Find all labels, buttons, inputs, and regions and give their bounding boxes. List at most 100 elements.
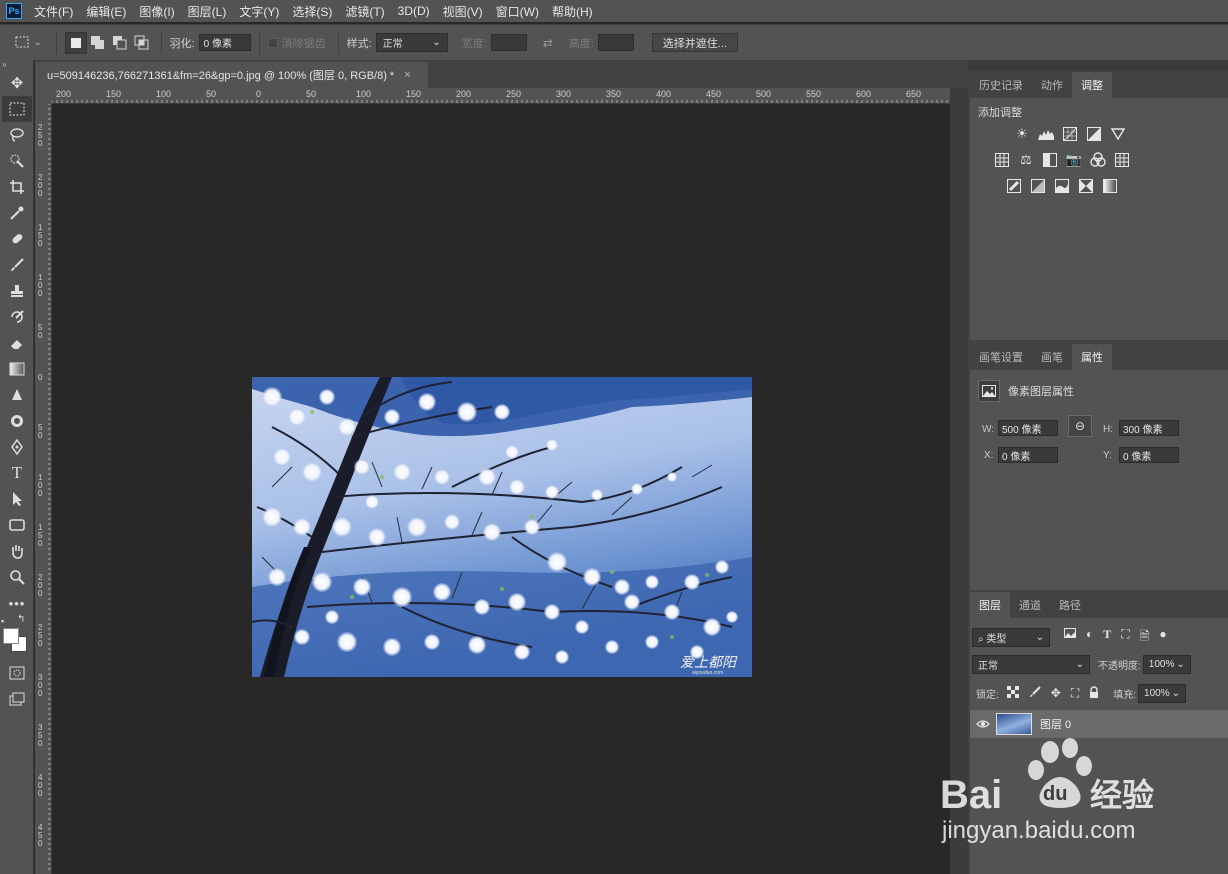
chevron-down-icon[interactable]: ⌄ [34, 37, 42, 48]
filter-pixel-icon[interactable] [1064, 627, 1076, 648]
document-tab[interactable]: u=509146236,766271361&fm=26&gp=0.jpg @ 1… [35, 62, 428, 88]
channel-mixer-icon[interactable] [1090, 152, 1106, 168]
intersect-selection-icon[interactable] [131, 32, 153, 54]
tab-paths[interactable]: 路径 [1050, 592, 1090, 618]
tab-actions[interactable]: 动作 [1032, 72, 1072, 98]
history-brush-tool-icon[interactable] [2, 304, 32, 330]
filter-toggle-icon[interactable]: ● [1159, 627, 1166, 648]
menu-type[interactable]: 文字(Y) [239, 3, 279, 20]
filter-type-icon[interactable]: T [1103, 627, 1111, 648]
tab-channels[interactable]: 通道 [1010, 592, 1050, 618]
gradient-map-icon[interactable] [1102, 178, 1118, 194]
y-field[interactable]: 0 像素 [1119, 447, 1179, 463]
tab-brushes[interactable]: 画笔 [1032, 344, 1072, 370]
menu-filter[interactable]: 滤镜(T) [345, 3, 384, 20]
dodge-tool-icon[interactable] [2, 408, 32, 434]
menu-window[interactable]: 窗口(W) [496, 3, 539, 20]
width-input[interactable] [490, 34, 527, 51]
clone-stamp-tool-icon[interactable] [2, 278, 32, 304]
document-image[interactable]: 爱上都阳 aiyouduo.com [252, 377, 752, 677]
type-tool-icon[interactable]: T [2, 460, 32, 486]
threshold-icon[interactable] [1054, 178, 1070, 194]
style-select[interactable]: 正常 ⌄ [375, 33, 448, 52]
posterize-icon[interactable] [1030, 178, 1046, 194]
lock-pixels-icon[interactable] [1029, 686, 1041, 701]
blend-mode-select[interactable]: 正常 ⌄ [972, 655, 1090, 674]
new-selection-icon[interactable] [64, 31, 87, 54]
x-field[interactable]: 0 像素 [998, 447, 1058, 463]
width-field[interactable]: 500 像素 [998, 420, 1058, 436]
tab-layers[interactable]: 图层 [970, 592, 1010, 618]
menu-file[interactable]: 文件(F) [34, 3, 73, 20]
exposure-icon[interactable] [1086, 126, 1102, 142]
zoom-tool-icon[interactable] [2, 564, 32, 590]
fill-field[interactable]: 100% ⌄ [1138, 684, 1187, 703]
invert-icon[interactable] [1006, 178, 1022, 194]
visibility-eye-icon[interactable] [970, 719, 996, 729]
gradient-tool-icon[interactable] [2, 356, 32, 382]
screen-mode-icon[interactable] [2, 686, 32, 712]
pen-tool-icon[interactable] [2, 434, 32, 460]
lock-position-icon[interactable]: ✥ [1051, 686, 1061, 701]
tab-brush-settings[interactable]: 画笔设置 [970, 344, 1032, 370]
foreground-color-swatch[interactable] [3, 628, 19, 644]
rectangle-tool-icon[interactable] [2, 512, 32, 538]
swap-colors-icon[interactable]: ↰ [17, 614, 25, 625]
collapse-icon[interactable]: » [0, 60, 33, 70]
hand-tool-icon[interactable] [2, 538, 32, 564]
filter-shape-icon[interactable]: ⛶ [1121, 627, 1129, 648]
eyedropper-tool-icon[interactable] [2, 200, 32, 226]
marquee-preset-icon[interactable] [12, 32, 34, 54]
quick-mask-icon[interactable] [2, 660, 32, 686]
panel-collapse-bar[interactable] [968, 60, 1228, 70]
healing-brush-tool-icon[interactable] [2, 226, 32, 252]
tab-history[interactable]: 历史记录 [970, 72, 1032, 98]
menu-layer[interactable]: 图层(L) [188, 3, 227, 20]
canvas-area[interactable]: 爱上都阳 aiyouduo.com [52, 104, 950, 874]
photo-filter-icon[interactable]: 📷 [1066, 152, 1082, 168]
crop-tool-icon[interactable] [2, 174, 32, 200]
marquee-tool-icon[interactable] [2, 96, 32, 122]
levels-icon[interactable] [1038, 126, 1054, 142]
ruler-horizontal[interactable]: 200 150 100 50 0 50 100 150 200 250 300 350 400 450 50… [52, 88, 950, 104]
menu-image[interactable]: 图像(I) [139, 3, 174, 20]
tab-adjustments[interactable]: 调整 [1072, 72, 1112, 98]
swap-icon[interactable]: ⇄ [537, 32, 559, 54]
lasso-tool-icon[interactable] [2, 122, 32, 148]
antialias-checkbox[interactable] [267, 37, 278, 48]
eraser-tool-icon[interactable] [2, 330, 32, 356]
menu-view[interactable]: 视图(V) [443, 3, 483, 20]
more-tools-icon[interactable]: ••• [2, 590, 32, 616]
select-and-mask-button[interactable]: 选择并遮住... [651, 33, 738, 52]
blur-tool-icon[interactable] [2, 382, 32, 408]
move-tool-icon[interactable]: ✥ [2, 70, 32, 96]
tab-properties[interactable]: 属性 [1072, 344, 1112, 370]
add-to-selection-icon[interactable] [87, 32, 109, 54]
close-icon[interactable]: × [404, 69, 410, 81]
vibrance-icon[interactable] [1110, 126, 1126, 142]
curves-icon[interactable] [1062, 126, 1078, 142]
menu-3d[interactable]: 3D(D) [398, 4, 430, 18]
subtract-selection-icon[interactable] [109, 32, 131, 54]
menu-help[interactable]: 帮助(H) [552, 3, 593, 20]
lock-transparency-icon[interactable] [1006, 686, 1019, 701]
layer-filter-select[interactable]: ⌕ 类型 ⌄ [972, 628, 1050, 647]
selective-color-icon[interactable] [1078, 178, 1094, 194]
lock-artboard-icon[interactable]: ⛶ [1071, 686, 1079, 701]
feather-input[interactable]: 0 像素 [198, 34, 251, 51]
brush-tool-icon[interactable] [2, 252, 32, 278]
path-selection-tool-icon[interactable] [2, 486, 32, 512]
default-colors-icon[interactable]: ▪ [1, 616, 4, 626]
opacity-field[interactable]: 100% ⌄ [1142, 655, 1191, 674]
quick-selection-tool-icon[interactable] [2, 148, 32, 174]
link-icon[interactable]: ⊖ [1068, 415, 1092, 437]
menu-select[interactable]: 选择(S) [292, 3, 332, 20]
brightness-contrast-icon[interactable]: ☀ [1014, 126, 1030, 142]
height-field[interactable]: 300 像素 [1119, 420, 1179, 436]
color-lookup-icon[interactable] [1114, 152, 1130, 168]
color-balance-icon[interactable]: ⚖ [1018, 152, 1034, 168]
lock-all-icon[interactable] [1089, 686, 1099, 701]
hue-saturation-icon[interactable] [994, 152, 1010, 168]
height-input[interactable] [597, 34, 634, 51]
filter-smart-object-icon[interactable]: 🗎 [1140, 627, 1150, 648]
